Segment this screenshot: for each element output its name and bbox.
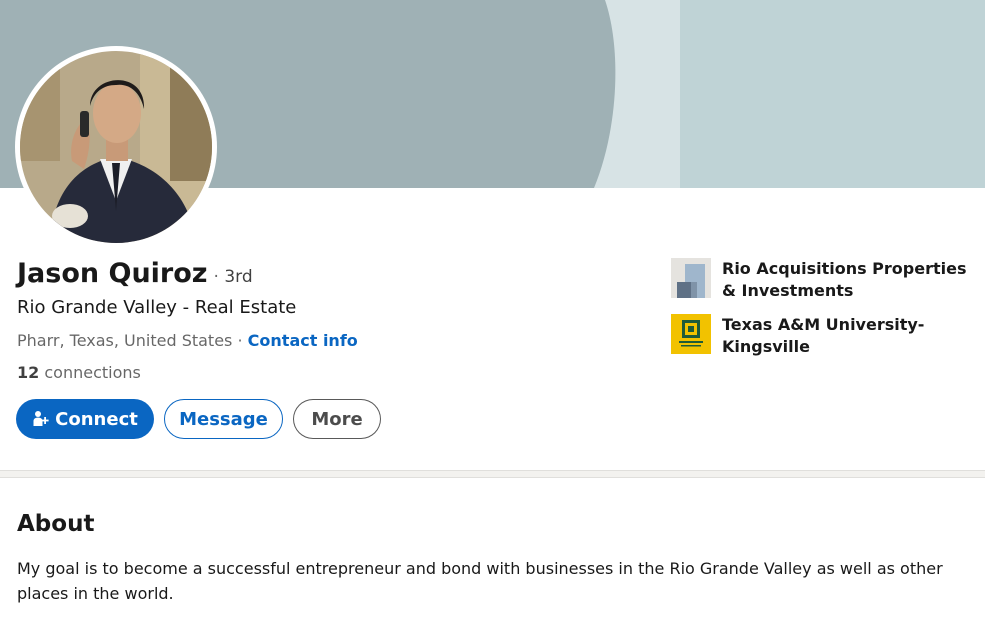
message-button[interactable]: Message bbox=[164, 399, 283, 439]
connect-button[interactable]: Connect bbox=[16, 399, 154, 439]
connect-label: Connect bbox=[55, 408, 138, 430]
section-divider bbox=[0, 470, 985, 478]
profile-name: Jason Quiroz bbox=[17, 258, 208, 289]
location-separator: · bbox=[237, 331, 243, 350]
about-section: About My goal is to become a successful … bbox=[0, 478, 985, 622]
more-button[interactable]: More bbox=[293, 399, 381, 439]
university-logo-icon bbox=[671, 314, 711, 354]
company-name: Rio Acquisitions Properties & Investment… bbox=[722, 259, 967, 300]
company-logo-icon bbox=[671, 258, 711, 298]
school-name: Texas A&M University-Kingsville bbox=[722, 315, 925, 356]
location-row: Pharr, Texas, United States · Contact in… bbox=[17, 331, 358, 350]
about-title: About bbox=[17, 511, 95, 537]
profile-headline: Rio Grande Valley - Real Estate bbox=[17, 297, 297, 318]
experience-education-links: Rio Acquisitions Properties & Investment… bbox=[671, 258, 971, 370]
profile-actions: Connect Message More bbox=[16, 399, 381, 439]
connections-label: connections bbox=[44, 363, 141, 382]
about-text: My goal is to become a successful entrep… bbox=[17, 559, 943, 603]
connection-degree: · 3rd bbox=[214, 267, 253, 287]
degree-separator: · bbox=[213, 267, 219, 287]
contact-info-link[interactable]: Contact info bbox=[248, 331, 358, 350]
education-link[interactable]: Texas A&M University-Kingsville bbox=[671, 314, 971, 358]
add-person-icon bbox=[32, 410, 50, 428]
profile-top-card: Jason Quiroz · 3rd Rio Grande Valley - R… bbox=[0, 0, 985, 470]
profile-photo[interactable] bbox=[15, 46, 217, 248]
location-text: Pharr, Texas, United States bbox=[17, 331, 233, 350]
connections-count: 12 bbox=[17, 363, 40, 382]
name-row: Jason Quiroz · 3rd bbox=[17, 258, 253, 289]
current-company-link[interactable]: Rio Acquisitions Properties & Investment… bbox=[671, 258, 971, 302]
avatar bbox=[20, 51, 212, 243]
connections-row: 12 connections bbox=[17, 363, 141, 382]
degree-value: 3rd bbox=[224, 267, 253, 287]
